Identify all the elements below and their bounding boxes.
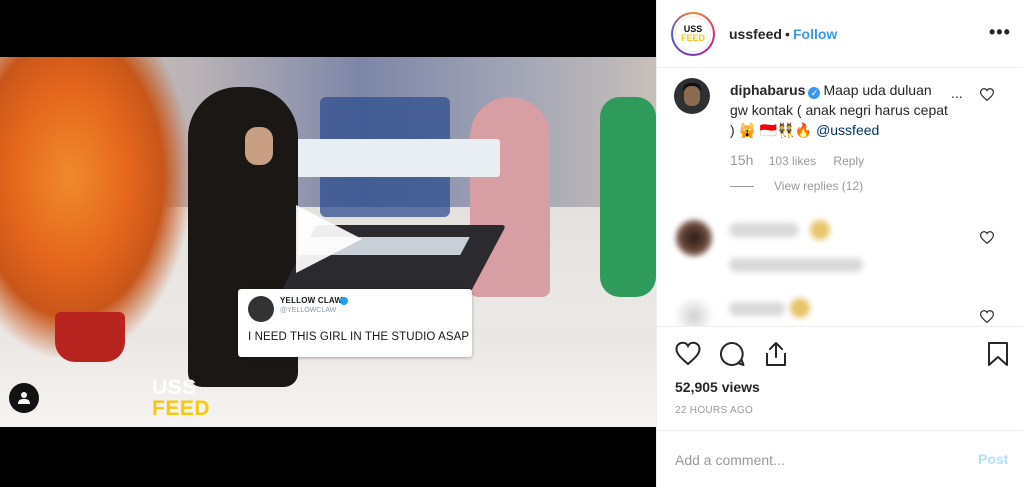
comment-text	[729, 258, 863, 272]
like-heart-icon[interactable]	[675, 341, 701, 367]
emoji-icon	[790, 298, 810, 318]
post-timestamp: 22 HOURS AGO	[675, 405, 754, 416]
heart-icon[interactable]	[980, 310, 994, 323]
comment-time: 15h	[730, 152, 754, 168]
tweet-avatar	[248, 296, 274, 322]
comment-mention[interactable]: @ussfeed	[816, 122, 879, 138]
user-icon	[18, 392, 30, 404]
video-watermark: USS FEED	[152, 377, 210, 419]
comments-list[interactable]: diphabarus ✓ Maap uda duluan gw kontak ( a…	[657, 68, 1023, 326]
reply-button[interactable]: Reply	[833, 154, 864, 168]
verified-icon: ✓	[808, 87, 821, 99]
profile-avatar[interactable]: USS FEED	[671, 12, 715, 56]
play-icon[interactable]	[296, 205, 362, 273]
header-separator: •	[785, 26, 790, 42]
video-scene-person	[600, 97, 656, 297]
view-count[interactable]: 52,905 views	[675, 379, 760, 395]
tweet-name: YELLOW CLAW	[280, 296, 343, 305]
comment-item	[657, 210, 1023, 300]
profile-username[interactable]: ussfeed	[729, 26, 782, 42]
replies-divider	[730, 185, 754, 187]
follow-button[interactable]: Follow	[793, 26, 837, 42]
bookmark-icon[interactable]	[985, 341, 1011, 367]
comment-username	[729, 223, 799, 237]
comment-avatar[interactable]	[674, 78, 710, 114]
view-replies-label: View replies (12)	[774, 179, 864, 193]
video-scene-face	[245, 127, 273, 165]
avatar-logo-line-2: FEED	[680, 33, 705, 43]
watermark-line-2: FEED	[152, 397, 211, 420]
comment-meta: 15h 103 likes Reply	[730, 152, 864, 168]
comment-item	[657, 290, 1023, 326]
comment-composer: Post	[657, 430, 1023, 487]
verified-icon	[340, 297, 348, 305]
heart-icon[interactable]	[980, 231, 994, 244]
heart-icon[interactable]	[980, 88, 994, 101]
comment-likes[interactable]: 103 likes	[769, 154, 816, 168]
emoji-icon	[810, 220, 830, 240]
comment-username	[729, 302, 785, 316]
media-panel: YELLOW CLAW @YELLOWCLAW I NEED THIS GIRL…	[0, 0, 656, 487]
comment-body: diphabarus ✓ Maap uda duluan gw kontak ( a…	[730, 80, 952, 140]
comment-avatar[interactable]	[674, 218, 714, 258]
watermark-line-1: USS	[152, 376, 197, 399]
comment-avatar[interactable]	[674, 296, 714, 326]
comment-truncation: ...	[949, 85, 963, 101]
tweet-overlay: YELLOW CLAW @YELLOWCLAW I NEED THIS GIRL…	[238, 289, 472, 357]
post-comment-button[interactable]: Post	[978, 451, 1008, 467]
post-actions: 52,905 views 22 HOURS AGO	[657, 326, 1023, 428]
add-comment-input[interactable]	[675, 449, 955, 471]
video-scene-pot	[55, 312, 125, 362]
tweet-text: I NEED THIS GIRL IN THE STUDIO ASAP	[248, 331, 470, 343]
tagged-users-button[interactable]	[9, 383, 39, 413]
post-header: USS FEED ussfeed • Follow •••	[657, 0, 1023, 68]
video-scene-table	[280, 139, 500, 177]
post-sidebar: USS FEED ussfeed • Follow ••• diphabarus…	[656, 0, 1023, 487]
comment-username[interactable]: diphabarus	[730, 82, 805, 98]
view-replies-button[interactable]: View replies (12)	[730, 179, 863, 193]
comment-bubble-icon[interactable]	[719, 341, 745, 367]
tweet-handle: @YELLOWCLAW	[280, 307, 337, 314]
share-icon[interactable]	[763, 341, 789, 367]
more-options-icon[interactable]: •••	[989, 22, 1011, 43]
